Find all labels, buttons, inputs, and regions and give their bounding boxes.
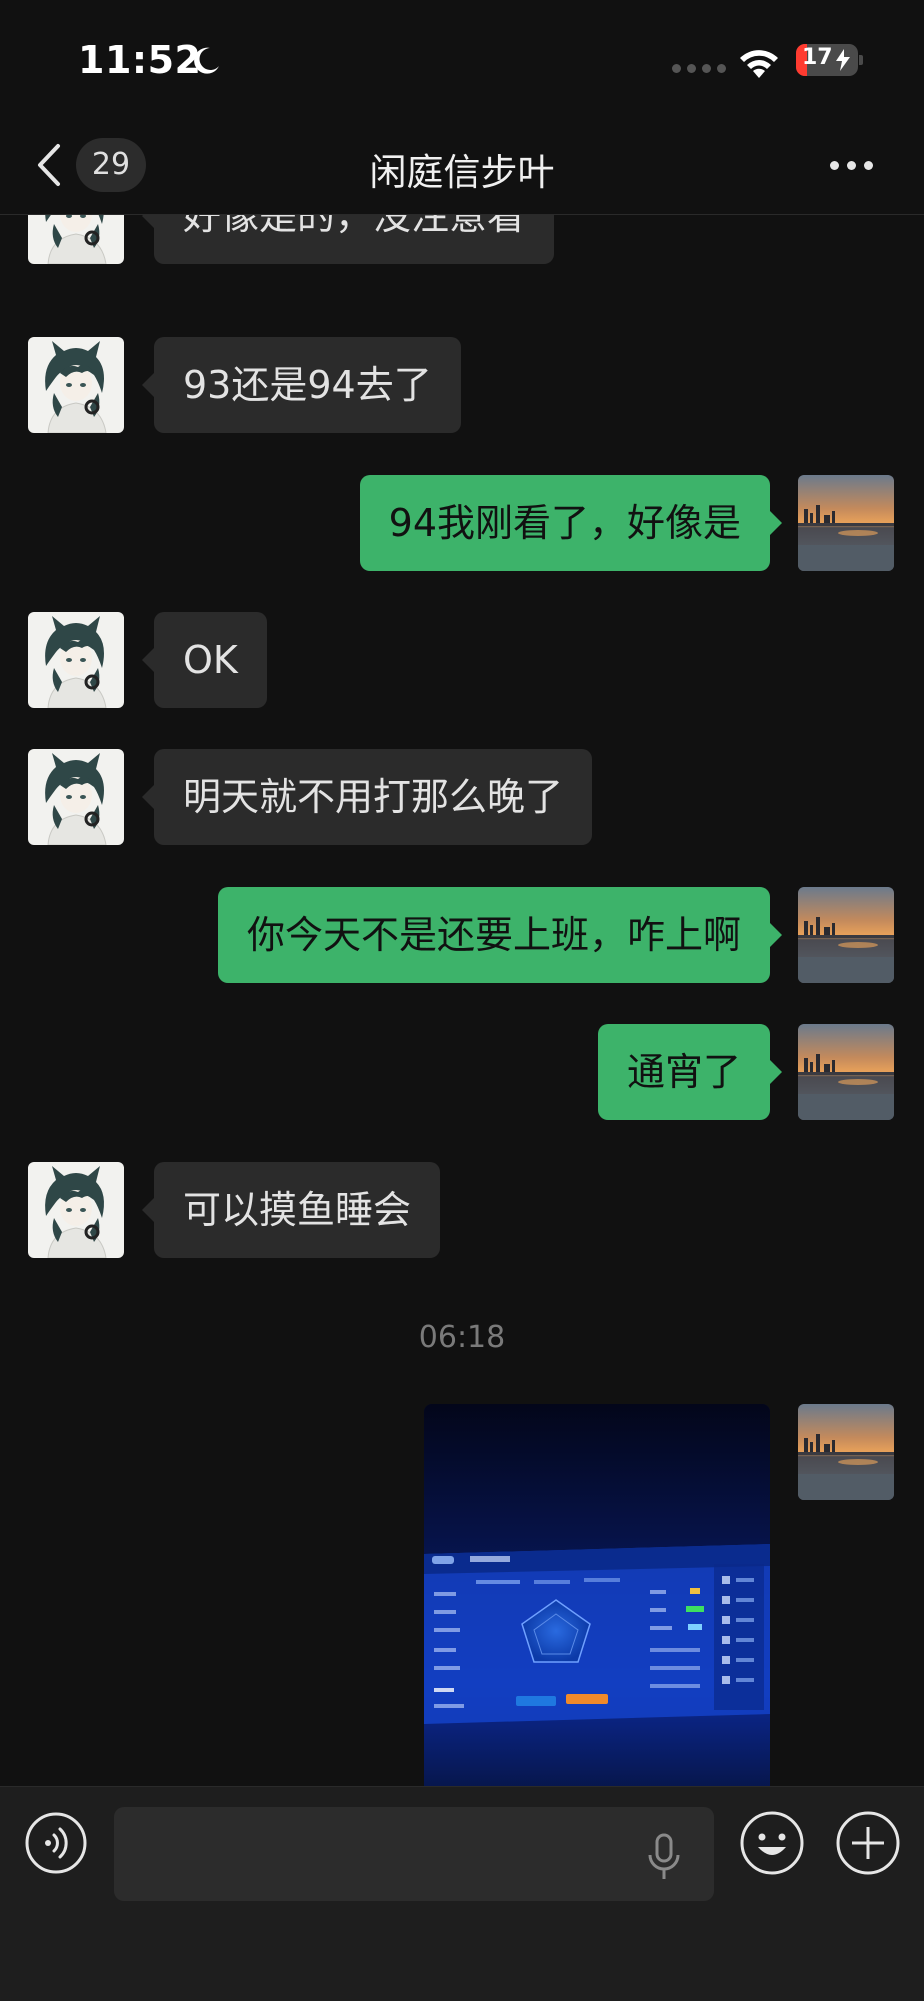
contact-avatar[interactable]	[28, 612, 124, 708]
input-bar	[0, 1786, 924, 2001]
contact-avatar[interactable]	[28, 214, 124, 264]
my-avatar[interactable]	[798, 1404, 894, 1500]
microphone-icon[interactable]	[646, 1833, 682, 1881]
message-timestamp: 06:18	[418, 1320, 506, 1355]
message-bubble-incoming[interactable]: 93还是94去了	[142, 337, 461, 433]
message-bubble-incoming[interactable]: 可以摸鱼睡会	[141, 1162, 441, 1258]
chat-header: 29 闲庭信步叶	[0, 120, 924, 215]
contact-avatar[interactable]	[28, 337, 124, 433]
cellular-dots-icon	[672, 64, 726, 73]
photo-content	[424, 1404, 770, 1786]
photo-message[interactable]	[424, 1404, 770, 1786]
my-avatar[interactable]	[798, 475, 894, 571]
plus-icon[interactable]	[834, 1809, 902, 1877]
more-dots-icon[interactable]	[830, 150, 890, 180]
wifi-icon	[740, 50, 778, 78]
battery-nub	[859, 55, 863, 65]
message-bubble-incoming[interactable]: 明天就不用打那么晚了	[141, 749, 593, 845]
status-time: 11:52	[78, 38, 202, 82]
my-avatar[interactable]	[798, 887, 894, 983]
contact-avatar[interactable]	[28, 1162, 124, 1258]
contact-avatar[interactable]	[28, 749, 124, 845]
emoji-icon[interactable]	[738, 1809, 806, 1877]
message-input[interactable]	[114, 1807, 714, 1901]
message-bubble-outgoing[interactable]: 通宵了	[597, 1024, 783, 1120]
battery-level: 17	[802, 45, 833, 70]
unread-count-badge[interactable]: 29	[76, 138, 146, 192]
moon-icon	[194, 47, 219, 74]
chevron-left-icon[interactable]	[30, 140, 70, 190]
message-bubble-incoming[interactable]: OK	[142, 612, 267, 708]
voice-mode-icon[interactable]	[24, 1811, 88, 1875]
message-bubble-outgoing[interactable]: 你今天不是还要上班，咋上啊	[217, 887, 783, 983]
message-bubble-outgoing[interactable]: 94我刚看了，好像是	[359, 475, 783, 571]
chat-title: 闲庭信步叶	[369, 151, 555, 194]
battery-indicator: 17	[796, 44, 858, 76]
my-avatar[interactable]	[798, 1024, 894, 1120]
message-bubble-incoming[interactable]: 好像是的，没注意看	[141, 214, 555, 264]
message-list[interactable]: 好像是的，没注意看 93还是94去了 94我刚看了，好像是 OK 明天就不用打那…	[0, 214, 924, 1786]
bolt-icon	[836, 49, 850, 71]
status-bar: 11:52 17	[0, 0, 924, 120]
